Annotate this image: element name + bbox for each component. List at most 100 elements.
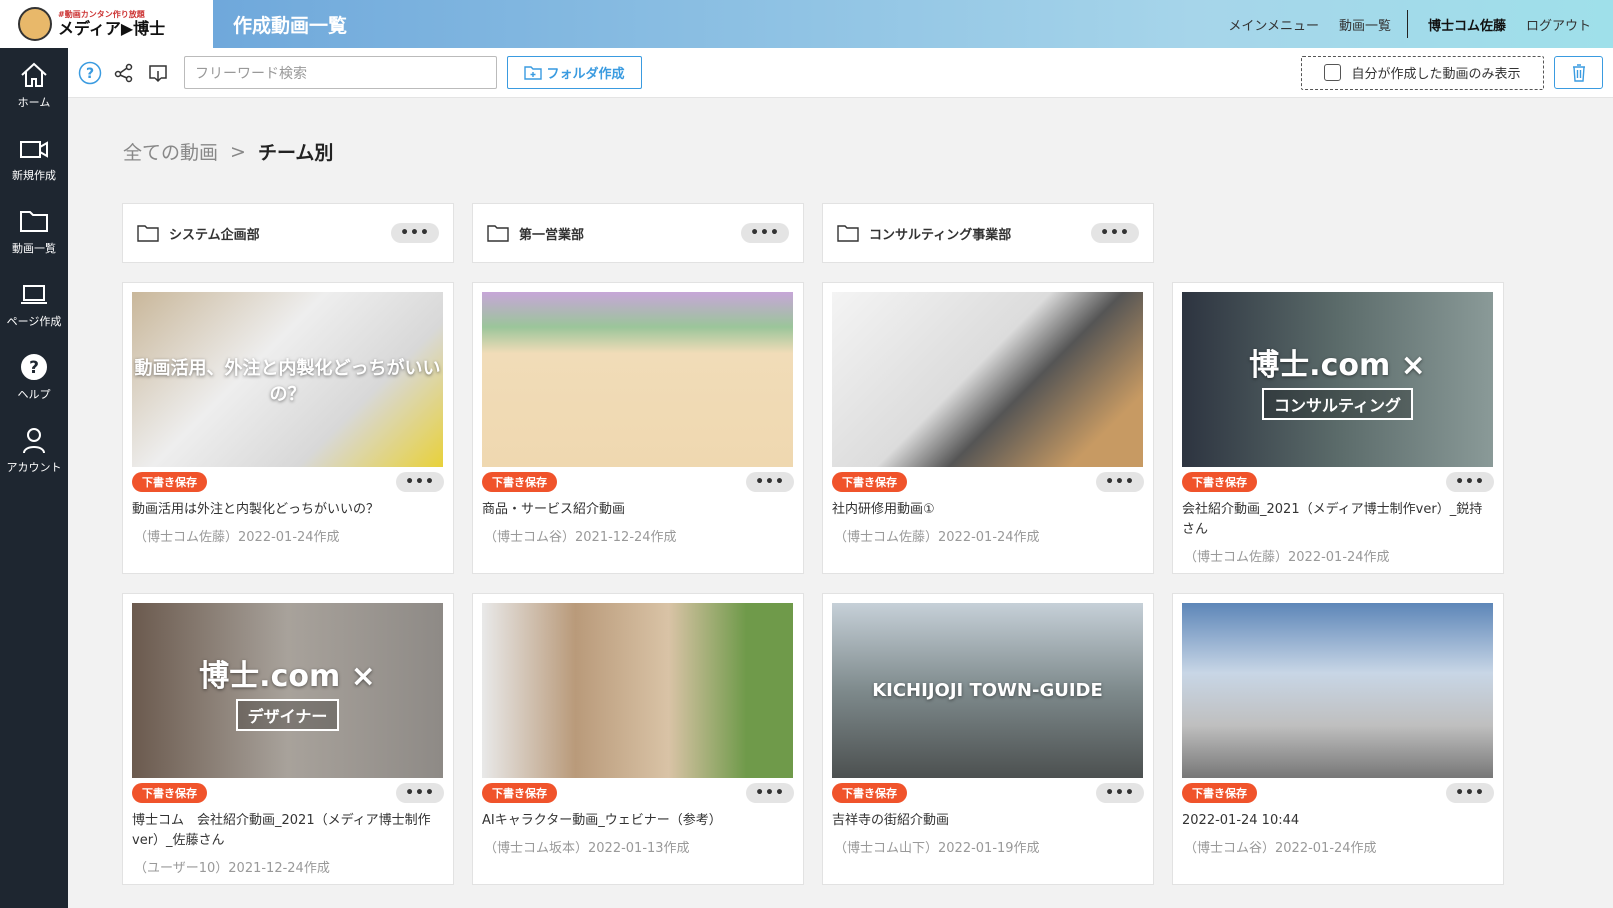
video-more-button[interactable]: ••• [1096,783,1144,803]
video-card[interactable]: 動画活用、外注と内製化どっちがいいの？ 下書き保存 ••• 動画活用は外注と内製化… [122,282,454,574]
video-card[interactable]: 博士.com × コンサルティング 下書き保存 ••• 会社紹介動画_2021（メデ… [1172,282,1504,574]
video-more-button[interactable]: ••• [746,472,794,492]
trash-icon [1572,63,1585,82]
video-thumbnail[interactable] [1182,603,1493,778]
folder-icon [487,224,509,242]
video-meta: （博士コム坂本）2022-01-13作成 [484,841,690,856]
folder-card[interactable]: 第一営業部 ••• [472,203,804,263]
sidebar-item-help[interactable]: ? ヘルプ [0,340,68,413]
folder-name: コンサルティング事業部 [869,227,1012,243]
thumbnail-overlay-text: KICHIJOJI TOWN-GUIDE [872,680,1103,701]
video-thumbnail[interactable] [482,603,793,778]
create-folder-button[interactable]: フォルダ作成 [507,56,642,89]
video-title: 博士コム 会社紹介動画_2021（メディア博士制作ver）_佐藤さん [132,813,431,848]
folder-card[interactable]: コンサルティング事業部 ••• [822,203,1154,263]
help-icon[interactable]: ? [78,61,102,85]
folder-plus-icon [524,65,543,80]
video-card[interactable]: 下書き保存 ••• 商品・サービス紹介動画 （博士コム谷）2021-12-24作成 [472,282,804,574]
video-thumbnail[interactable]: 博士.com × デザイナー [132,603,443,778]
video-meta: （博士コム谷）2022-01-24作成 [1184,841,1377,856]
toolbar: ? フォルダ作成 自分が作成した動画のみ表示 [68,48,1613,98]
status-badge: 下書き保存 [832,783,907,803]
sidebar-label: 新規作成 [12,168,56,182]
sidebar-item-videos[interactable]: 動画一覧 [0,194,68,267]
video-title: 社内研修用動画① [832,502,935,517]
sidebar-label: ページ作成 [6,314,62,328]
video-more-button[interactable]: ••• [396,783,444,803]
thumbnail-overlay-text: 博士.com × [1249,347,1426,383]
video-more-button[interactable]: ••• [1096,472,1144,492]
sidebar-label: ヘルプ [17,387,51,401]
video-camera-icon [20,140,48,158]
sidebar-label: ホーム [17,95,51,109]
laptop-icon [21,284,47,304]
video-more-button[interactable]: ••• [746,783,794,803]
sidebar-item-home[interactable]: ホーム [0,48,68,121]
user-icon [23,427,45,453]
download-icon[interactable] [146,61,170,85]
video-more-button[interactable]: ••• [1446,783,1494,803]
video-more-button[interactable]: ••• [396,472,444,492]
video-title: AIキャラクター動画_ウェビナー（参考） [482,813,722,828]
logo-tagline: #動画カンタン作り放題 [58,10,145,19]
nav-main-menu[interactable]: メインメニュー [1228,15,1319,34]
video-meta: （博士コム佐藤）2022-01-24作成 [834,530,1040,545]
breadcrumb-root[interactable]: 全ての動画 [123,138,218,165]
status-badge: 下書き保存 [482,783,557,803]
video-thumbnail[interactable]: 博士.com × コンサルティング [1182,292,1493,467]
video-meta: （博士コム佐藤）2022-01-24作成 [134,530,340,545]
folder-more-button[interactable]: ••• [1091,223,1139,243]
svg-text:?: ? [29,358,39,378]
video-card[interactable]: 下書き保存 ••• 社内研修用動画① （博士コム佐藤）2022-01-24作成 [822,282,1154,574]
video-more-button[interactable]: ••• [1446,472,1494,492]
search-input[interactable] [184,56,497,89]
sidebar-item-page[interactable]: ページ作成 [0,267,68,340]
user-name[interactable]: 博士コム佐藤 [1428,15,1506,34]
only-mine-checkbox[interactable] [1324,64,1342,81]
video-card[interactable]: 下書き保存 ••• 2022-01-24 10:44 （博士コム谷）2022-01… [1172,593,1504,885]
svg-text:?: ? [86,66,94,82]
video-title: 2022-01-24 10:44 [1182,813,1300,828]
button-label: フォルダ作成 [546,67,625,82]
folder-icon [137,224,159,242]
breadcrumb-separator: > [230,140,246,163]
video-card[interactable]: 博士.com × デザイナー 下書き保存 ••• 博士コム 会社紹介動画_2021（… [122,593,454,885]
help-icon: ? [21,353,47,380]
checkbox-label: 自分が作成した動画のみ表示 [1351,67,1521,82]
app-logo[interactable]: #動画カンタン作り放題 メディア▶博士 [0,0,213,48]
status-badge: 下書き保存 [132,472,207,492]
thumbnail-overlay-text: 動画活用、外注と内製化どっちがいいの？ [134,357,441,405]
video-card[interactable]: 下書き保存 ••• AIキャラクター動画_ウェビナー（参考） （博士コム坂本）20… [472,593,804,885]
video-title: 吉祥寺の街紹介動画 [832,813,950,828]
status-badge: 下書き保存 [1182,783,1257,803]
divider [1406,10,1408,38]
header: 作成動画一覧 メインメニュー 動画一覧 博士コム佐藤 ログアウト [213,0,1613,48]
folder-card[interactable]: システム企画部 ••• [122,203,454,263]
logo-name: メディア▶博士 [58,19,166,38]
video-thumbnail[interactable]: KICHIJOJI TOWN-GUIDE [832,603,1143,778]
video-meta: （博士コム山下）2022-01-19作成 [834,841,1040,856]
nav-video-list[interactable]: 動画一覧 [1339,15,1391,34]
video-title: 会社紹介動画_2021（メディア博士制作ver）_鋭持さん [1182,502,1483,537]
share-icon[interactable] [112,61,136,85]
folder-more-button[interactable]: ••• [741,223,789,243]
status-badge: 下書き保存 [132,783,207,803]
status-badge: 下書き保存 [832,472,907,492]
folder-name: 第一営業部 [519,227,585,243]
video-thumbnail[interactable] [482,292,793,467]
logout-link[interactable]: ログアウト [1526,15,1591,34]
page-title: 作成動画一覧 [233,14,348,37]
sidebar-item-new[interactable]: 新規作成 [0,121,68,194]
delete-button[interactable] [1554,56,1603,89]
video-thumbnail[interactable]: 動画活用、外注と内製化どっちがいいの？ [132,292,443,467]
sidebar-item-account[interactable]: アカウント [0,413,68,486]
video-title: 動画活用は外注と内製化どっちがいいの？ [132,502,380,517]
video-meta: （博士コム佐藤）2022-01-24作成 [1184,550,1390,565]
video-thumbnail[interactable] [832,292,1143,467]
mascot-icon [18,7,52,41]
folder-more-button[interactable]: ••• [391,223,439,243]
folder-icon [20,210,48,232]
only-mine-filter[interactable]: 自分が作成した動画のみ表示 [1301,55,1544,90]
video-card[interactable]: KICHIJOJI TOWN-GUIDE 下書き保存 ••• 吉祥寺の街紹介動画 … [822,593,1154,885]
home-icon [21,62,47,87]
